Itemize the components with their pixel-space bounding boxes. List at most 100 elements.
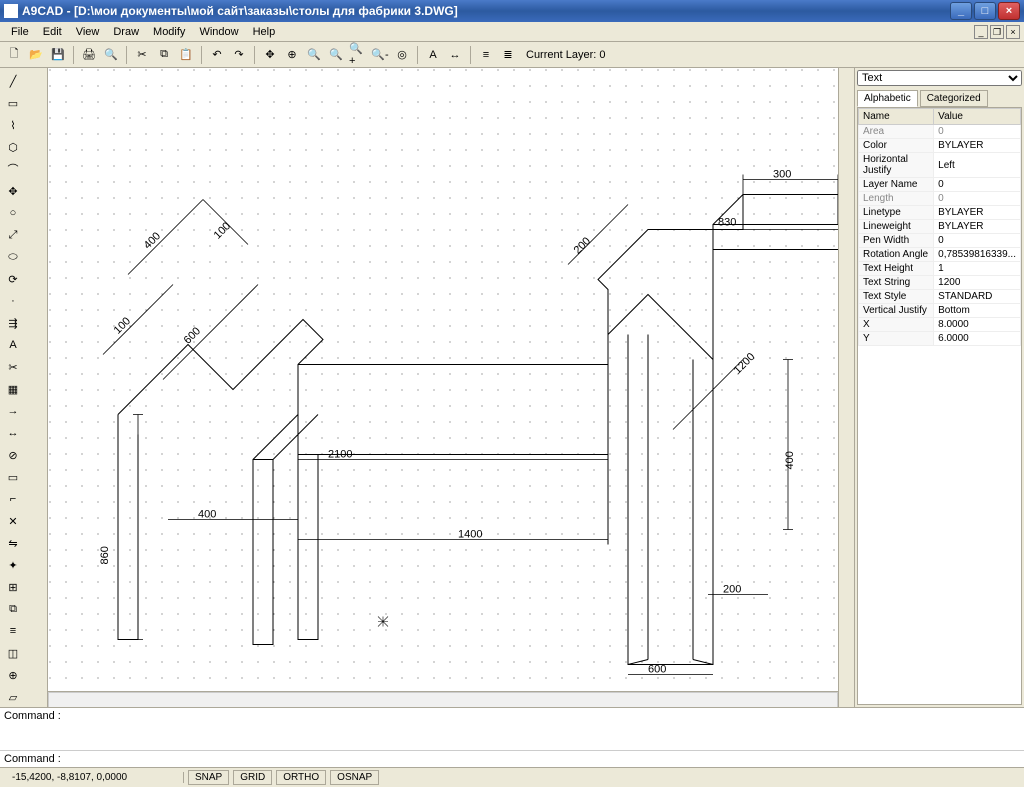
text-style-icon[interactable]: A xyxy=(423,45,443,65)
ellipse-icon[interactable]: ⬭ xyxy=(3,247,23,267)
property-row[interactable]: Text Height1 xyxy=(859,262,1021,276)
mdi-restore[interactable]: ❐ xyxy=(990,25,1004,39)
property-value[interactable]: 1 xyxy=(934,262,1021,276)
property-row[interactable]: LinetypeBYLAYER xyxy=(859,206,1021,220)
property-row[interactable]: Pen Width0 xyxy=(859,234,1021,248)
property-row[interactable]: Layer Name0 xyxy=(859,178,1021,192)
property-value[interactable]: STANDARD xyxy=(934,290,1021,304)
property-row[interactable]: X8.0000 xyxy=(859,318,1021,332)
open-icon[interactable]: 📂 xyxy=(26,45,46,65)
tab-alphabetic[interactable]: Alphabetic xyxy=(857,90,918,107)
property-row[interactable]: Vertical JustifyBottom xyxy=(859,304,1021,318)
select-icon[interactable]: ▭ xyxy=(3,467,23,487)
menu-view[interactable]: View xyxy=(69,24,107,40)
offset-icon[interactable]: ⇶ xyxy=(3,313,23,333)
save-icon[interactable]: 💾 xyxy=(48,45,68,65)
block-icon[interactable]: ◫ xyxy=(3,643,23,663)
property-value[interactable]: BYLAYER xyxy=(934,206,1021,220)
snap-toggle[interactable]: SNAP xyxy=(188,770,229,785)
property-row[interactable]: LineweightBYLAYER xyxy=(859,220,1021,234)
property-row[interactable]: Text String1200 xyxy=(859,276,1021,290)
minimize-button[interactable]: _ xyxy=(950,2,972,20)
text-icon[interactable]: A xyxy=(3,335,23,355)
trim-icon[interactable]: ✂ xyxy=(3,357,23,377)
paste-icon[interactable]: 📋 xyxy=(176,45,196,65)
property-value[interactable]: 0 xyxy=(934,234,1021,248)
vertical-scrollbar[interactable] xyxy=(838,68,854,707)
menu-file[interactable]: File xyxy=(4,24,36,40)
menu-help[interactable]: Help xyxy=(246,24,283,40)
property-value[interactable]: 6.0000 xyxy=(934,332,1021,346)
point-icon[interactable]: · xyxy=(3,291,23,311)
print-icon[interactable]: 🖨 xyxy=(79,45,99,65)
insert-icon[interactable]: ⊕ xyxy=(3,665,23,685)
property-row[interactable]: Length0 xyxy=(859,192,1021,206)
zoom-out-icon[interactable]: 🔍- xyxy=(370,45,390,65)
cut-icon[interactable]: ✂ xyxy=(132,45,152,65)
property-value[interactable]: 0 xyxy=(934,192,1021,206)
grid-toggle[interactable]: GRID xyxy=(233,770,272,785)
osnap-toggle[interactable]: OSNAP xyxy=(330,770,379,785)
property-value[interactable]: 0 xyxy=(934,178,1021,192)
erase-icon[interactable]: ✕ xyxy=(3,511,23,531)
menu-window[interactable]: Window xyxy=(192,24,245,40)
tab-categorized[interactable]: Categorized xyxy=(920,90,988,107)
redo-icon[interactable]: ↷ xyxy=(229,45,249,65)
property-row[interactable]: ColorBYLAYER xyxy=(859,139,1021,153)
break-icon[interactable]: ⊘ xyxy=(3,445,23,465)
fillet-icon[interactable]: ⌐ xyxy=(3,489,23,509)
dim-style-icon[interactable]: ↔ xyxy=(445,45,465,65)
array-icon[interactable]: ⊞ xyxy=(3,577,23,597)
move-icon[interactable]: ✥ xyxy=(3,181,23,201)
mdi-minimize[interactable]: _ xyxy=(974,25,988,39)
property-value[interactable]: 1200 xyxy=(934,276,1021,290)
circle-icon[interactable]: ○ xyxy=(3,203,23,223)
area-icon[interactable]: ▱ xyxy=(3,687,23,707)
property-row[interactable]: Area0 xyxy=(859,125,1021,139)
rotate-icon[interactable]: ⟳ xyxy=(3,269,23,289)
property-value[interactable]: 0 xyxy=(934,125,1021,139)
property-value[interactable]: BYLAYER xyxy=(934,139,1021,153)
polygon-icon[interactable]: ⬡ xyxy=(3,137,23,157)
line-icon[interactable]: ╱ xyxy=(3,71,23,91)
horizontal-scrollbar[interactable] xyxy=(48,691,838,707)
divide-icon[interactable]: ≡ xyxy=(3,621,23,641)
property-row[interactable]: Text StyleSTANDARD xyxy=(859,290,1021,304)
scale-icon[interactable]: ⤢ xyxy=(3,225,23,245)
rectangle-icon[interactable]: ▭ xyxy=(3,93,23,113)
object-type-select[interactable]: Text xyxy=(857,70,1022,86)
property-value[interactable]: Bottom xyxy=(934,304,1021,318)
hatch-icon[interactable]: ▦ xyxy=(3,379,23,399)
property-row[interactable]: Y6.0000 xyxy=(859,332,1021,346)
zoom-window-icon[interactable]: 🔍 xyxy=(304,45,324,65)
property-row[interactable]: Horizontal JustifyLeft xyxy=(859,153,1021,178)
close-button[interactable]: × xyxy=(998,2,1020,20)
new-icon[interactable]: 🗋 xyxy=(4,45,24,65)
mirror-icon[interactable]: ⇋ xyxy=(3,533,23,553)
preview-icon[interactable]: 🔍 xyxy=(101,45,121,65)
undo-icon[interactable]: ↶ xyxy=(207,45,227,65)
mdi-close[interactable]: × xyxy=(1006,25,1020,39)
copy-obj-icon[interactable]: ⧉ xyxy=(3,599,23,619)
property-row[interactable]: Rotation Angle0,78539816339... xyxy=(859,248,1021,262)
drawing-canvas[interactable]: 300 830 400 100 100 600 200 1200 2100 40… xyxy=(48,68,838,691)
zoom-all-icon[interactable]: ◎ xyxy=(392,45,412,65)
property-value[interactable]: Left xyxy=(934,153,1021,178)
extend-icon[interactable]: → xyxy=(3,401,23,421)
ortho-toggle[interactable]: ORTHO xyxy=(276,770,326,785)
pan-icon[interactable]: ✥ xyxy=(260,45,280,65)
dimension-icon[interactable]: ↔ xyxy=(3,423,23,443)
layers-icon[interactable]: ≡ xyxy=(476,45,496,65)
property-value[interactable]: 0,78539816339... xyxy=(934,248,1021,262)
property-value[interactable]: 8.0000 xyxy=(934,318,1021,332)
maximize-button[interactable]: □ xyxy=(974,2,996,20)
menu-modify[interactable]: Modify xyxy=(146,24,192,40)
copy-icon[interactable]: ⧉ xyxy=(154,45,174,65)
menu-edit[interactable]: Edit xyxy=(36,24,69,40)
arc-icon[interactable]: ⌒ xyxy=(3,159,23,179)
explode-icon[interactable]: ✦ xyxy=(3,555,23,575)
linetype-icon[interactable]: ≣ xyxy=(498,45,518,65)
zoom-previous-icon[interactable]: 🔍 xyxy=(326,45,346,65)
zoom-in-icon[interactable]: 🔍+ xyxy=(348,45,368,65)
menu-draw[interactable]: Draw xyxy=(106,24,146,40)
